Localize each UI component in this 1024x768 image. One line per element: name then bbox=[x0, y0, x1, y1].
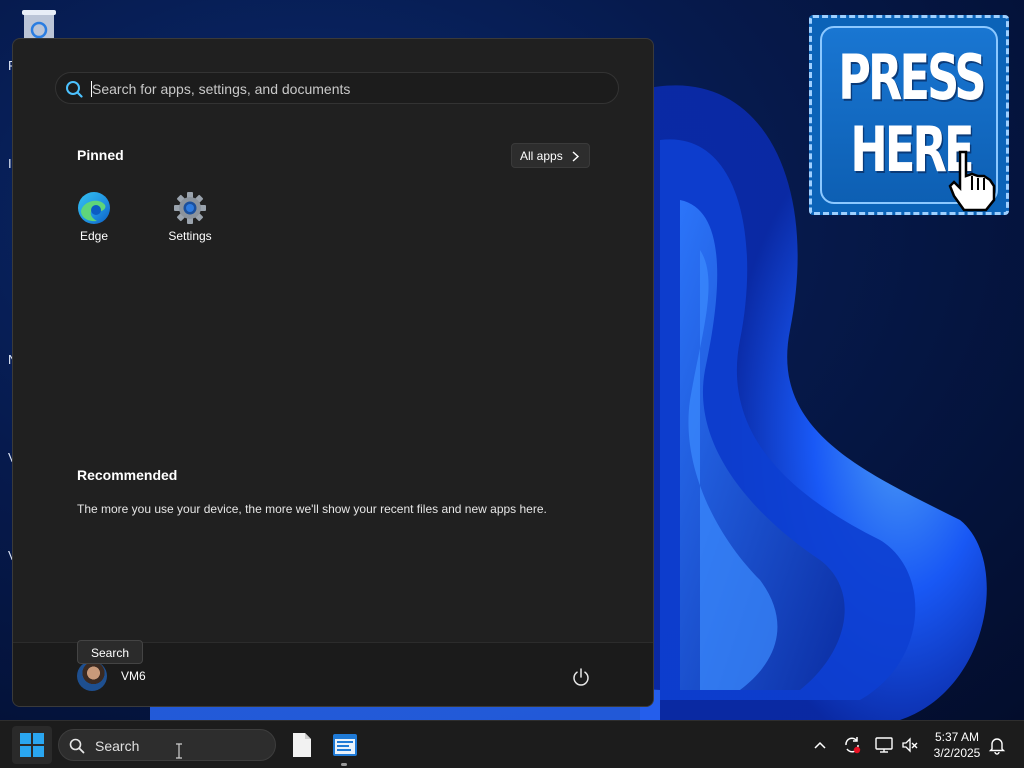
taskbar: Search 5:37 AM 3/2/2025 bbox=[0, 720, 1024, 768]
avatar[interactable] bbox=[77, 661, 107, 691]
recommended-empty-text: The more you use your device, the more w… bbox=[77, 502, 547, 516]
pinned-app-edge[interactable]: Edge bbox=[54, 189, 134, 249]
taskbar-search-label: Search bbox=[95, 738, 140, 754]
clock-time: 5:37 AM bbox=[934, 730, 980, 744]
pinned-heading: Pinned bbox=[77, 147, 124, 163]
taskbar-search-box[interactable]: Search bbox=[58, 729, 276, 761]
all-apps-label: All apps bbox=[520, 149, 563, 163]
ad-text-line: PRESS bbox=[838, 41, 986, 114]
text-cursor-icon bbox=[176, 743, 182, 759]
pinned-app-label: Edge bbox=[79, 229, 109, 243]
app-window-icon[interactable] bbox=[329, 729, 361, 761]
search-icon bbox=[69, 738, 85, 754]
user-name[interactable]: VM6 bbox=[121, 669, 146, 683]
chevron-up-icon[interactable] bbox=[810, 735, 830, 755]
all-apps-button[interactable]: All apps bbox=[511, 143, 590, 168]
start-button[interactable] bbox=[12, 726, 52, 764]
volume-muted-icon[interactable] bbox=[900, 735, 920, 755]
edge-icon bbox=[78, 192, 110, 224]
pinned-app-settings[interactable]: Settings bbox=[150, 189, 230, 249]
search-icon bbox=[66, 81, 83, 98]
start-menu: Pinned All apps Edge bbox=[12, 38, 654, 707]
document-icon[interactable] bbox=[286, 729, 318, 761]
network-icon[interactable] bbox=[874, 735, 894, 755]
system-clock[interactable]: 5:37 AM 3/2/2025 bbox=[928, 729, 986, 761]
clock-date: 3/2/2025 bbox=[933, 746, 981, 760]
gear-icon bbox=[174, 192, 206, 224]
power-icon[interactable] bbox=[571, 667, 591, 687]
recommended-heading: Recommended bbox=[77, 467, 178, 483]
bell-icon[interactable] bbox=[987, 735, 1007, 755]
start-search-input[interactable] bbox=[92, 77, 592, 101]
pointing-hand-icon bbox=[948, 150, 996, 212]
start-search-box[interactable] bbox=[55, 72, 619, 104]
press-here-ad[interactable]: PRESS HERE bbox=[809, 15, 1009, 215]
chevron-right-icon bbox=[572, 151, 580, 162]
sync-icon[interactable] bbox=[842, 735, 862, 755]
windows-logo-icon bbox=[20, 733, 44, 757]
running-indicator bbox=[341, 763, 347, 766]
search-tooltip: Search bbox=[77, 640, 143, 664]
pinned-app-label: Settings bbox=[168, 229, 212, 243]
